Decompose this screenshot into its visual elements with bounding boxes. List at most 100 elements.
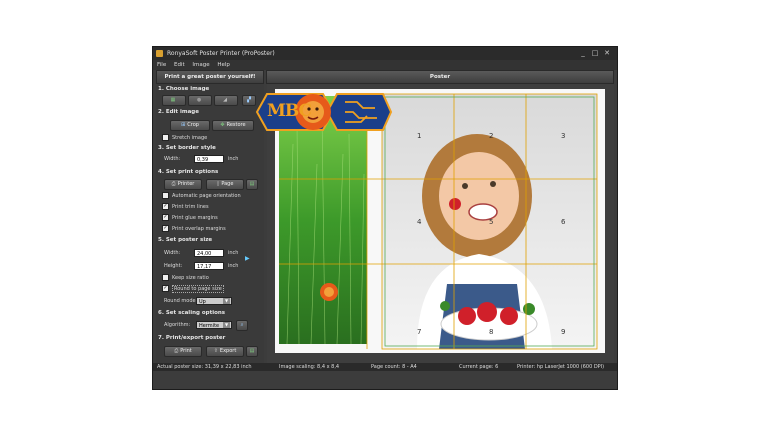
keep-ratio-checkbox[interactable]: Keep size ratio bbox=[162, 274, 209, 282]
menu-file[interactable]: File bbox=[157, 62, 166, 68]
status-current-page: Current page: 6 bbox=[459, 364, 499, 370]
chevron-down-icon[interactable]: ▼ bbox=[223, 322, 230, 328]
image-open-icon: ▦ bbox=[170, 97, 176, 103]
tile-number: 5 bbox=[489, 218, 494, 226]
algorithm-value: Hermite bbox=[199, 323, 220, 329]
zoom-button[interactable]: ⌕ bbox=[236, 320, 248, 331]
auto-orientation-label: Automatic page orientation bbox=[172, 193, 241, 199]
border-width-unit: inch bbox=[228, 156, 239, 162]
gallery-icon: ▤ bbox=[249, 348, 255, 354]
menu-help[interactable]: Help bbox=[217, 62, 230, 68]
round-page-box[interactable]: ✓ bbox=[162, 285, 169, 292]
menu-image[interactable]: Image bbox=[192, 62, 209, 68]
status-actual-size: Actual poster size: 31,39 x 22,83 inch bbox=[157, 364, 252, 370]
poster-height-unit: inch bbox=[228, 263, 239, 269]
crop-label: Crop bbox=[187, 122, 199, 128]
section-edit-image: 2. Edit image bbox=[158, 109, 199, 115]
printer-icon: ⎙ bbox=[171, 181, 176, 187]
tile-number: 3 bbox=[561, 132, 566, 140]
status-bar: Actual poster size: 31,39 x 22,83 inch I… bbox=[153, 363, 617, 371]
trim-lines-checkbox[interactable]: ✓ Print trim lines bbox=[162, 203, 209, 211]
page-icon: ▯ bbox=[216, 181, 220, 187]
tile-number: 8 bbox=[489, 328, 494, 336]
stretch-box[interactable] bbox=[162, 134, 169, 141]
section-border-style: 3. Set border style bbox=[158, 145, 216, 151]
round-mode-value: Up bbox=[199, 299, 206, 305]
open-image-button[interactable]: ▦ bbox=[162, 95, 186, 106]
border-width-input[interactable]: 0,39 bbox=[194, 155, 224, 163]
round-page-checkbox[interactable]: ✓ Round to page size bbox=[162, 285, 224, 293]
control-panel: 1. Choose image ▦ ● ◢ ▞ 2. Edit image ⊞ C… bbox=[156, 84, 264, 369]
section-print-options: 4. Set print options bbox=[158, 169, 219, 175]
menu-bar: File Edit Image Help bbox=[153, 60, 617, 70]
crop-icon: ⊞ bbox=[181, 122, 186, 128]
overlap-margins-label: Print overlap margins bbox=[172, 226, 226, 232]
scanner-icon: ● bbox=[196, 97, 202, 103]
poster-width-input[interactable]: 24,00 bbox=[194, 249, 224, 257]
magnifier-icon: ⌕ bbox=[240, 322, 244, 328]
printer-label: Printer bbox=[177, 181, 195, 187]
printer-button[interactable]: ⎙ Printer bbox=[164, 179, 202, 190]
restore-button[interactable]: ✥ Restore bbox=[212, 120, 254, 131]
tile-number: 2 bbox=[489, 132, 494, 140]
paste-icon: ◢ bbox=[223, 97, 227, 103]
panel-headers: Print a great poster yourself! Poster bbox=[153, 70, 617, 84]
paste-image-button[interactable]: ◢ bbox=[214, 95, 238, 106]
maximize-button[interactable]: □ bbox=[589, 47, 601, 60]
window-controls: _ □ ✕ bbox=[577, 47, 613, 60]
tile-number: 6 bbox=[561, 218, 566, 226]
mbc-logo: MBC bbox=[253, 86, 393, 138]
page-label: Page bbox=[221, 181, 234, 187]
export-label: Export bbox=[219, 348, 237, 354]
glue-margins-box[interactable]: ✓ bbox=[162, 214, 169, 221]
status-page-count: Page count: 8 - A4 bbox=[371, 364, 417, 370]
keep-ratio-box[interactable] bbox=[162, 274, 169, 281]
crop-button[interactable]: ⊞ Crop bbox=[170, 120, 210, 131]
print-label: Print bbox=[180, 348, 192, 354]
restore-label: Restore bbox=[226, 122, 246, 128]
mbc-logo-text: MBC bbox=[267, 101, 312, 121]
section-poster-size: 5. Set poster size bbox=[158, 237, 213, 243]
round-mode-label: Round mode: bbox=[164, 298, 198, 304]
section-print-export: 7. Print/export poster bbox=[158, 335, 226, 341]
title-bar: RonyaSoft Poster Printer (ProPoster) _ □ ✕ bbox=[153, 47, 617, 60]
tile-number: 9 bbox=[561, 328, 566, 336]
poster-height-label: Height: bbox=[164, 263, 183, 269]
overlap-margins-checkbox[interactable]: ✓ Print overlap margins bbox=[162, 225, 226, 233]
restore-icon: ✥ bbox=[220, 122, 225, 128]
auto-orientation-checkbox[interactable]: Automatic page orientation bbox=[162, 192, 241, 200]
stretch-image-checkbox[interactable]: Stretch image bbox=[162, 134, 207, 142]
page-setup-button[interactable]: ▤ bbox=[246, 179, 258, 190]
poster-header: Poster bbox=[266, 70, 614, 84]
algorithm-select[interactable]: Hermite ▼ bbox=[196, 321, 232, 329]
page-button[interactable]: ▯ Page bbox=[206, 179, 244, 190]
trim-lines-box[interactable]: ✓ bbox=[162, 203, 169, 210]
overlap-margins-box[interactable]: ✓ bbox=[162, 225, 169, 232]
export-button[interactable]: ⇪ Export bbox=[206, 346, 244, 357]
scan-image-button[interactable]: ● bbox=[188, 95, 212, 106]
poster-width-unit: inch bbox=[228, 250, 239, 256]
round-page-label: Round to page size bbox=[172, 285, 224, 293]
status-printer: Printer: hp LaserJet 1000 (600 DPI) bbox=[517, 364, 605, 370]
minimize-button[interactable]: _ bbox=[577, 47, 589, 60]
window-title: RonyaSoft Poster Printer (ProPoster) bbox=[167, 50, 275, 57]
poster-height-input[interactable]: 17,17 bbox=[194, 262, 224, 270]
stretch-label: Stretch image bbox=[172, 135, 208, 141]
settings-icon: ▞ bbox=[247, 97, 251, 103]
section-choose-image: 1. Choose image bbox=[158, 86, 210, 92]
section-scaling: 6. Set scaling options bbox=[158, 310, 226, 316]
auto-orientation-box[interactable] bbox=[162, 192, 169, 199]
glue-margins-checkbox[interactable]: ✓ Print glue margins bbox=[162, 214, 218, 222]
round-mode-select[interactable]: Up ▼ bbox=[196, 297, 232, 305]
close-button[interactable]: ✕ bbox=[601, 47, 613, 60]
poster-width-label: Width: bbox=[164, 250, 181, 256]
menu-edit[interactable]: Edit bbox=[174, 62, 185, 68]
export-settings-button[interactable]: ▤ bbox=[246, 346, 258, 357]
preview-icon: ▤ bbox=[249, 181, 255, 187]
size-link-arrow-icon[interactable]: ▶ bbox=[245, 255, 250, 262]
border-width-label: Width: bbox=[164, 156, 181, 162]
glue-margins-label: Print glue margins bbox=[172, 215, 218, 221]
chevron-down-icon[interactable]: ▼ bbox=[223, 298, 230, 304]
print-icon: ⎙ bbox=[174, 348, 179, 354]
print-button[interactable]: ⎙ Print bbox=[164, 346, 202, 357]
